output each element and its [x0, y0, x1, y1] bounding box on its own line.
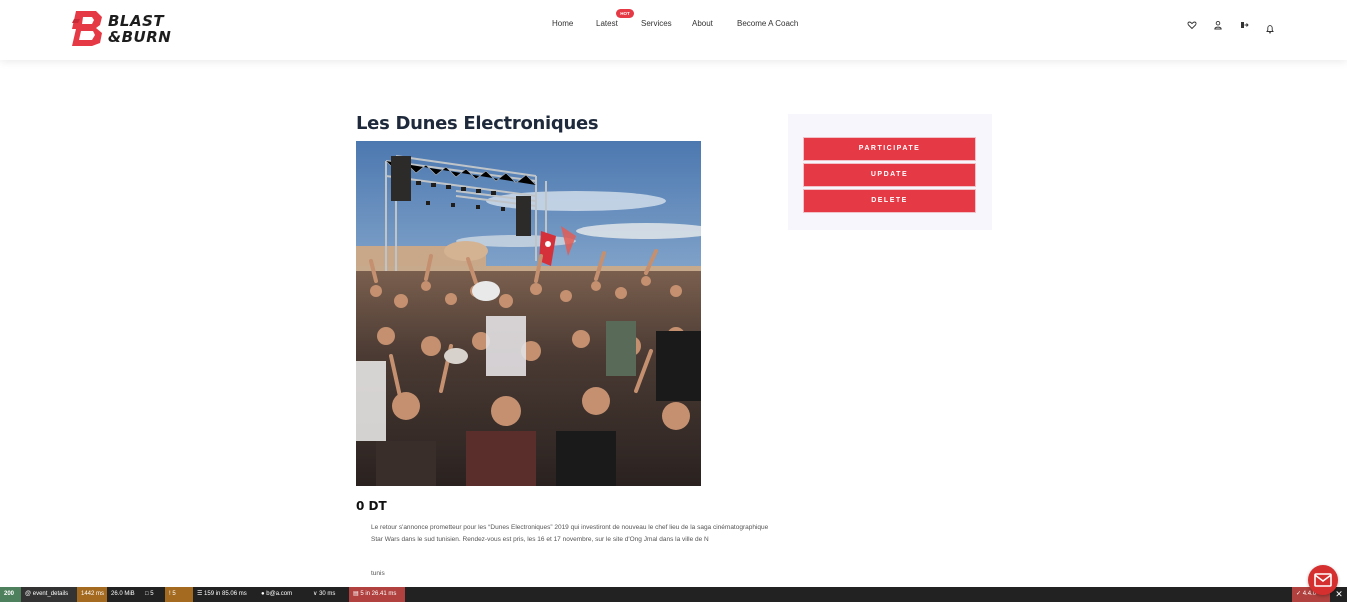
nav-home[interactable]: Home — [552, 19, 573, 28]
event-location: tunis — [371, 570, 385, 577]
debug-status-code[interactable]: 200 — [0, 587, 21, 602]
site-header: BLAST &BURN Home Latest HOT Services Abo… — [0, 0, 1347, 60]
debug-twig-time: 30 ms — [319, 591, 336, 597]
event-title: Les Dunes Electroniques — [356, 113, 599, 134]
event-price: 0 DT — [356, 499, 387, 513]
hot-badge: HOT — [616, 9, 634, 18]
debug-forms[interactable]: □ 5 — [141, 587, 165, 602]
user-icon[interactable] — [1213, 20, 1223, 30]
debug-logs[interactable]: ! 5 — [165, 587, 193, 602]
mail-icon — [1314, 573, 1332, 587]
debug-twig[interactable]: ∨ 30 ms — [309, 587, 349, 602]
debug-memory[interactable]: 26.0 MiB — [107, 587, 141, 602]
cache-icon: ☰ — [197, 591, 205, 597]
debug-db-queries: 5 in 26.41 ms — [360, 591, 397, 597]
nav-about[interactable]: About — [692, 19, 713, 28]
debug-user-email: b@a.com — [266, 591, 293, 597]
brand-line-1: BLAST — [108, 12, 165, 30]
debug-cache-value: 159 in 85.06 ms — [204, 591, 247, 597]
event-description: Le retour s'annonce prometteur pour les … — [371, 524, 769, 543]
brand-line-2: &BURN — [108, 28, 172, 46]
symfony-debug-toolbar: 200 @ event_details 1442 ms 26.0 MiB □ 5… — [0, 587, 1347, 602]
debug-user[interactable]: ● b@a.com — [257, 587, 309, 602]
event-photo — [356, 141, 701, 486]
logout-icon[interactable] — [1239, 20, 1249, 30]
nav-become-a-coach[interactable]: Become A Coach — [737, 19, 798, 28]
delete-button[interactable]: DELETE — [803, 189, 976, 213]
brand-name: BLAST &BURN — [108, 13, 171, 45]
logo-mark-icon — [72, 11, 102, 46]
nav-services[interactable]: Services — [641, 19, 672, 28]
debug-logs-count: 5 — [172, 591, 176, 597]
debug-forms-count: 5 — [150, 591, 154, 597]
debug-request-time[interactable]: 1442 ms — [77, 587, 107, 602]
debug-cache[interactable]: ☰ 159 in 85.06 ms — [193, 587, 257, 602]
nav-latest[interactable]: Latest — [596, 19, 618, 28]
debug-database[interactable]: ▤ 5 in 26.41 ms — [349, 587, 405, 602]
heart-icon[interactable] — [1187, 20, 1197, 30]
debug-route[interactable]: @ event_details — [21, 587, 77, 602]
bell-icon[interactable] — [1265, 24, 1275, 34]
symfony-icon: ✓ — [1296, 591, 1303, 597]
update-button[interactable]: UPDATE — [803, 163, 976, 187]
brand-logo[interactable]: BLAST &BURN — [70, 9, 171, 49]
contact-mail-button[interactable] — [1308, 565, 1338, 595]
event-actions-panel: PARTICIPATE UPDATE DELETE — [788, 114, 992, 230]
participate-button[interactable]: PARTICIPATE — [803, 137, 976, 161]
